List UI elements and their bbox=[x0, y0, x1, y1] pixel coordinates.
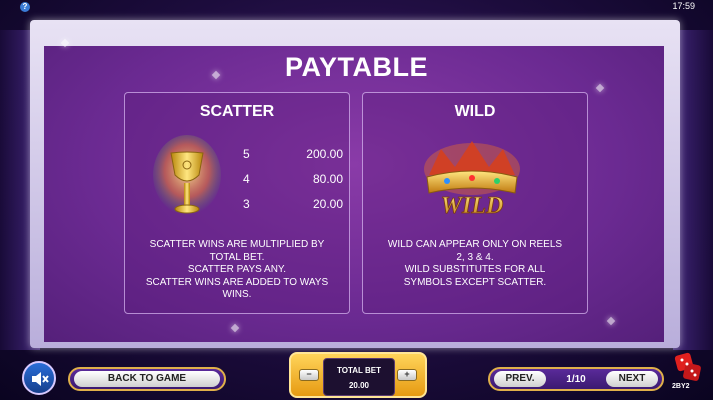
description-line: TOTAL BET. bbox=[209, 251, 265, 263]
payout-value: 200.00 bbox=[306, 147, 343, 161]
wild-symbol-text: WILD bbox=[441, 193, 504, 219]
logo-text: 2BY2 bbox=[672, 383, 690, 390]
increase-bet-button[interactable]: + bbox=[397, 369, 417, 381]
total-bet-display: TOTAL BET 20.00 bbox=[323, 358, 395, 396]
page-indicator: 1/10 bbox=[566, 374, 586, 385]
payout-row: 3 20.00 bbox=[243, 197, 343, 222]
help-icon[interactable]: ? bbox=[20, 2, 30, 12]
sound-toggle-button[interactable] bbox=[22, 361, 56, 395]
description-line: SYMBOLS EXCEPT SCATTER. bbox=[403, 276, 547, 288]
back-to-game-button[interactable]: BACK TO GAME bbox=[68, 367, 226, 391]
description-line: WINS. bbox=[222, 289, 252, 300]
top-bar: ? 17:59 bbox=[0, 0, 713, 14]
description-line: WILD SUBSTITUTES FOR ALL bbox=[404, 264, 546, 275]
scatter-payout-table: 5 200.00 4 80.00 3 20.00 bbox=[243, 147, 343, 222]
crown-icon: WILD bbox=[424, 141, 520, 219]
goblet-icon bbox=[153, 135, 221, 215]
decrease-bet-button[interactable]: − bbox=[299, 369, 319, 381]
payout-row: 4 80.00 bbox=[243, 172, 343, 197]
description-line: SCATTER WINS ARE ADDED TO WAYS bbox=[145, 276, 329, 288]
payout-value: 20.00 bbox=[312, 197, 343, 211]
total-bet-panel: − TOTAL BET 20.00 + bbox=[289, 352, 427, 398]
total-bet-value: 20.00 bbox=[348, 381, 370, 390]
wild-title: WILD bbox=[454, 103, 496, 120]
scatter-title: SCATTER bbox=[199, 103, 275, 120]
description-line: WILD CAN APPEAR ONLY ON REELS bbox=[387, 239, 563, 250]
scatter-card: SCATTER 5 200.00 4 80.00 3 20.00 SCATTER… bbox=[124, 92, 350, 314]
next-button[interactable]: NEXT bbox=[606, 371, 658, 387]
total-bet-label: TOTAL BET bbox=[337, 366, 381, 375]
wild-card: WILD WILD WILD CAN APPEAR ONLY ON REELS … bbox=[362, 92, 588, 314]
scatter-description: SCATTER WINS ARE MULTIPLIED BY TOTAL BET… bbox=[129, 239, 345, 302]
payout-count: 5 bbox=[243, 147, 250, 161]
clock: 17:59 bbox=[672, 1, 695, 11]
page-navigation: PREV. 1/10 NEXT bbox=[488, 367, 664, 391]
back-to-game-label: BACK TO GAME bbox=[74, 371, 220, 387]
page-title: PAYTABLE bbox=[284, 52, 429, 82]
sound-muted-icon bbox=[32, 372, 49, 386]
description-line: SCATTER PAYS ANY. bbox=[187, 264, 287, 275]
payout-count: 4 bbox=[243, 172, 250, 186]
payout-count: 3 bbox=[243, 197, 250, 211]
description-line: 2, 3 & 4. bbox=[456, 251, 494, 263]
wild-description: WILD CAN APPEAR ONLY ON REELS 2, 3 & 4. … bbox=[367, 239, 583, 289]
description-line: SCATTER WINS ARE MULTIPLIED BY bbox=[149, 239, 325, 250]
payout-row: 5 200.00 bbox=[243, 147, 343, 172]
payout-value: 80.00 bbox=[312, 172, 343, 186]
prev-button[interactable]: PREV. bbox=[494, 371, 546, 387]
